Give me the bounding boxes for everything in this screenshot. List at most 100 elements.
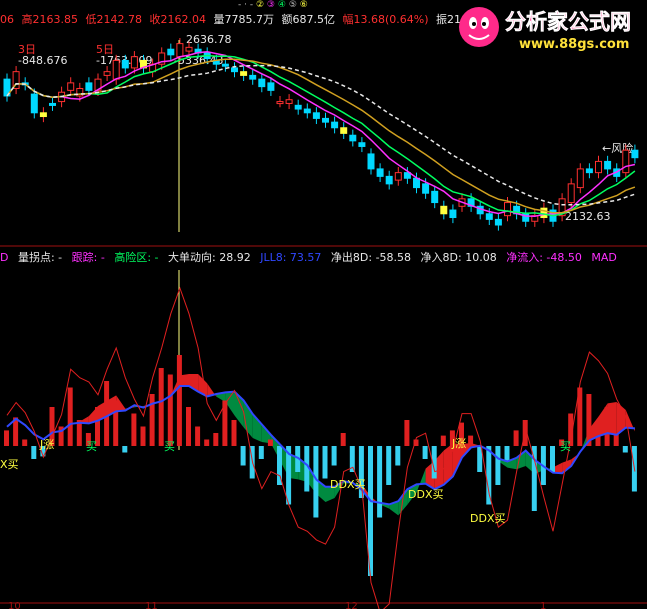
candle	[249, 74, 257, 80]
candle	[285, 99, 293, 104]
flow-bar	[231, 420, 237, 446]
stock-chart-window: { "colors": { "up": "#ff3030", "down": "…	[0, 0, 647, 609]
flow-bar	[622, 446, 628, 453]
signal-j-rise-2: J涨	[451, 437, 466, 450]
candle	[440, 205, 448, 215]
candle	[385, 175, 393, 185]
flow-bar	[131, 413, 137, 446]
flow-bar	[195, 426, 201, 446]
flow-bar	[495, 446, 501, 485]
flow-bar	[158, 368, 164, 446]
flow-bar	[31, 446, 37, 459]
candle	[485, 213, 493, 220]
candle	[595, 160, 602, 174]
date-axis-labels: 10 11 12 1	[8, 601, 546, 609]
flow-bar	[377, 446, 383, 518]
candle	[540, 207, 548, 219]
flow-bar	[204, 439, 210, 446]
candlesticks	[3, 38, 639, 231]
signal-j-rise-1: J涨	[39, 438, 54, 451]
candle	[358, 142, 366, 147]
candle	[631, 149, 639, 159]
flow-bar	[22, 439, 28, 446]
flow-bar	[604, 407, 610, 446]
candle	[231, 67, 238, 73]
candle	[103, 71, 111, 76]
candle	[585, 168, 593, 174]
candle	[349, 134, 357, 142]
candle	[176, 43, 184, 58]
signal-ddx-buy-2: DDX买	[408, 488, 443, 501]
flow-bar	[176, 355, 182, 446]
candle	[431, 190, 439, 204]
flow-bar	[167, 374, 173, 446]
candle	[567, 183, 575, 204]
flow-bar	[122, 446, 128, 453]
signal-ddx-buy-1: DDX买	[330, 478, 365, 491]
candle	[221, 63, 229, 67]
indicator-lines	[6, 286, 636, 609]
candle	[67, 82, 75, 91]
flow-bar	[4, 430, 9, 446]
date-label-1: 10	[8, 601, 21, 609]
flow-bar	[440, 435, 446, 446]
candle	[240, 71, 248, 76]
candle	[30, 93, 38, 114]
flow-bar	[531, 446, 537, 511]
flow-bar	[504, 446, 510, 462]
candle	[504, 202, 511, 217]
candle	[340, 127, 348, 134]
flow-bar	[186, 407, 191, 446]
flow-bar	[213, 433, 219, 446]
candle	[576, 168, 584, 189]
candle	[167, 48, 175, 56]
flow-bar	[331, 446, 337, 466]
candle	[121, 59, 129, 69]
chart-canvas: J涨 买 买 J涨 买 DDX买 DDX买 DDX买 X买 10 11 12 1	[0, 38, 647, 609]
candle	[303, 108, 311, 114]
moving-averages	[6, 50, 636, 218]
candle	[39, 112, 47, 118]
candle	[267, 82, 275, 91]
candle	[604, 160, 612, 170]
flow-bar	[386, 446, 392, 485]
signal-buy-2: 买	[164, 440, 175, 453]
flow-bar	[586, 394, 592, 446]
candle	[312, 112, 320, 119]
candle	[331, 121, 339, 129]
candle	[112, 59, 120, 80]
date-label-4: 1	[540, 601, 546, 609]
date-label-3: 12	[345, 601, 358, 609]
candle	[49, 102, 56, 106]
candle	[276, 101, 284, 105]
candle	[449, 209, 457, 219]
flow-bar	[486, 446, 492, 505]
date-label-2: 11	[145, 601, 158, 609]
flow-bar	[67, 387, 73, 446]
flow-bar	[468, 435, 474, 446]
candle	[494, 218, 502, 226]
candle	[622, 149, 630, 174]
signal-x-buy: X买	[0, 458, 19, 471]
flow-bar	[140, 426, 146, 446]
candle	[376, 168, 384, 177]
signal-ddx-buy-3: DDX买	[470, 512, 505, 525]
candle	[130, 56, 138, 69]
indicator-areas	[7, 374, 635, 516]
candle	[258, 78, 266, 88]
candle	[322, 117, 329, 123]
thin-red-line	[6, 286, 636, 609]
flow-bar	[550, 446, 555, 472]
flow-bar	[258, 446, 264, 459]
flow-bar	[422, 446, 428, 459]
flow-bar	[149, 394, 155, 446]
signal-buy-3: 买	[560, 440, 571, 453]
flow-bar	[113, 400, 119, 446]
candle	[294, 104, 302, 110]
flow-bar	[340, 433, 346, 446]
flow-bar	[104, 381, 110, 446]
candle	[85, 82, 93, 91]
flow-bar	[513, 430, 519, 446]
candle	[422, 183, 430, 194]
signal-buy-1: 买	[86, 440, 97, 453]
